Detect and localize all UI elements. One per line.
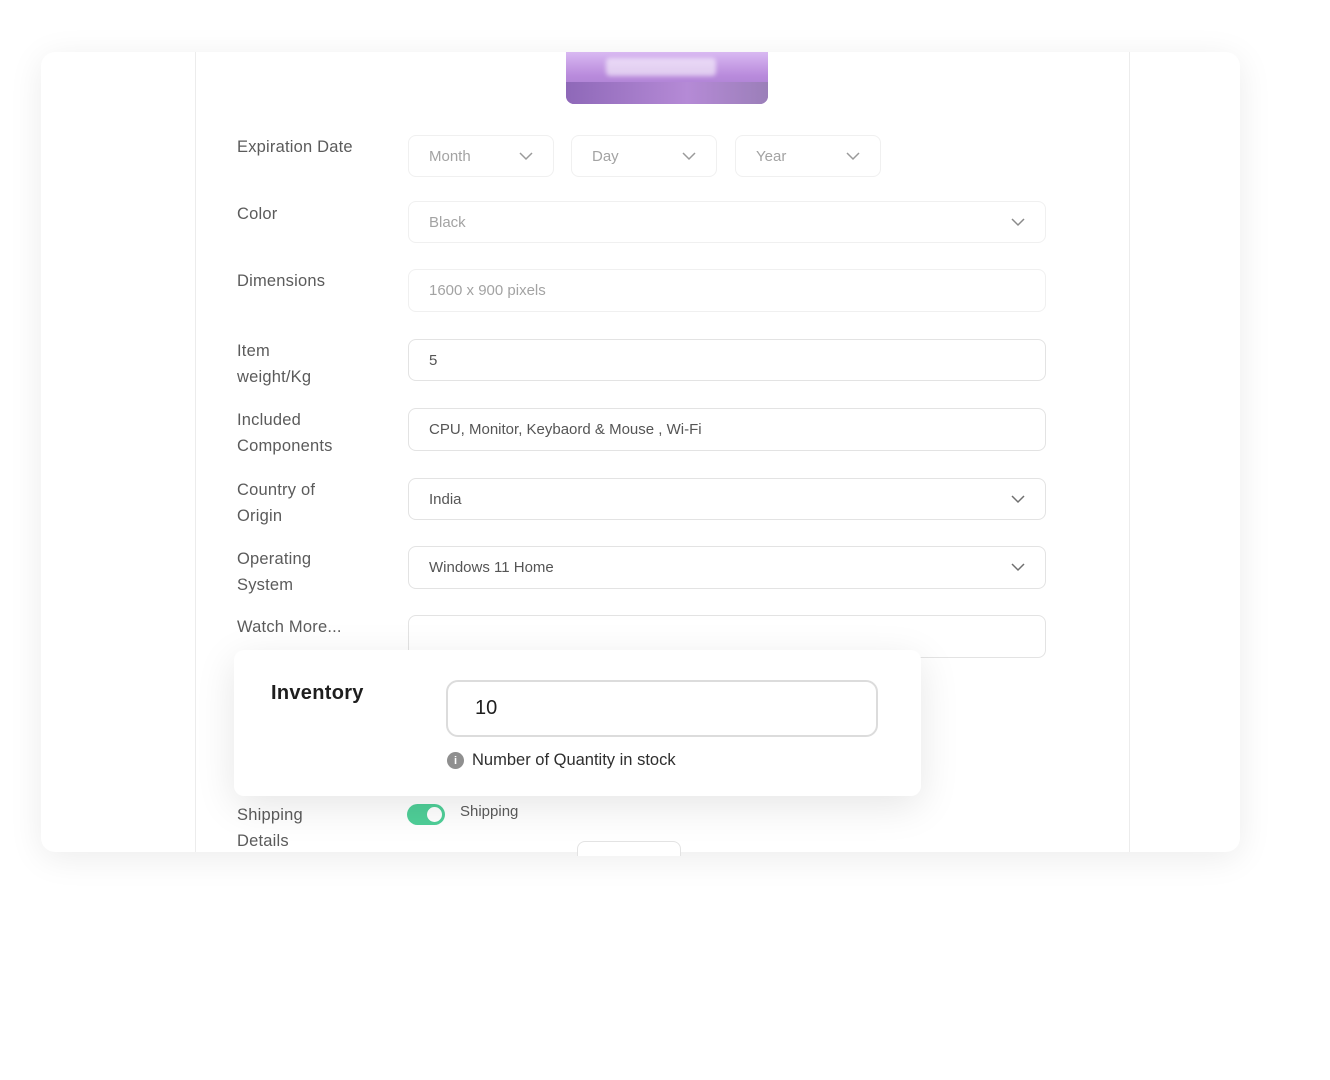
dimensions-label: Dimensions — [237, 272, 326, 290]
color-label: Color — [237, 205, 278, 223]
chevron-down-icon — [1011, 492, 1025, 506]
chevron-down-icon — [682, 149, 696, 163]
country-of-origin-value: India — [429, 490, 462, 508]
expiration-year-select[interactable]: Year — [735, 135, 881, 177]
expiration-date-label: Expiration Date — [237, 138, 353, 156]
chevron-down-icon — [846, 149, 860, 163]
item-weight-input[interactable]: 5 — [408, 339, 1046, 381]
inventory-helper: i Number of Quantity in stock — [447, 751, 676, 770]
watch-more-label: Watch More... — [237, 618, 342, 636]
operating-system-label: Operating System — [237, 550, 312, 594]
country-of-origin-label: Country of Origin — [237, 481, 316, 525]
inventory-quantity-input[interactable]: 10 — [446, 680, 878, 737]
product-image-glow — [606, 58, 716, 76]
operating-system-select[interactable]: Windows 11 Home — [408, 546, 1046, 589]
included-components-input[interactable]: CPU, Monitor, Keybaord & Mouse , Wi-Fi — [408, 408, 1046, 451]
inventory-title: Inventory — [271, 682, 364, 704]
included-components-label: Included Components — [237, 411, 333, 455]
color-select[interactable]: Black — [408, 201, 1046, 243]
chevron-down-icon — [1011, 561, 1025, 575]
expiration-month-placeholder: Month — [429, 147, 471, 165]
shipping-toggle[interactable] — [407, 804, 445, 825]
product-image-desk — [566, 82, 768, 104]
toggle-knob — [427, 807, 442, 822]
inventory-helper-text: Number of Quantity in stock — [472, 751, 676, 769]
dimensions-placeholder: 1600 x 900 pixels — [429, 282, 546, 299]
expiration-day-placeholder: Day — [592, 147, 619, 165]
shipping-toggle-label: Shipping — [460, 803, 519, 820]
color-value: Black — [429, 213, 466, 231]
dimensions-input[interactable]: 1600 x 900 pixels — [408, 269, 1046, 312]
expiration-day-select[interactable]: Day — [571, 135, 717, 177]
country-of-origin-select[interactable]: India — [408, 478, 1046, 520]
product-image — [566, 52, 768, 104]
operating-system-value: Windows 11 Home — [429, 559, 554, 576]
expiration-month-select[interactable]: Month — [408, 135, 554, 177]
item-weight-value: 5 — [429, 351, 438, 369]
chevron-down-icon — [1011, 215, 1025, 229]
shipping-details-label: Shipping Details — [237, 806, 303, 850]
chevron-down-icon — [519, 149, 533, 163]
expiration-year-placeholder: Year — [756, 147, 787, 165]
included-components-value: CPU, Monitor, Keybaord & Mouse , Wi-Fi — [429, 421, 702, 438]
inventory-quantity-value: 10 — [475, 697, 498, 719]
inventory-panel: Inventory 10 i Number of Quantity in sto… — [234, 650, 921, 796]
shipping-option-input[interactable] — [577, 841, 681, 856]
info-icon: i — [447, 752, 464, 769]
item-weight-label: Item weight/Kg — [237, 342, 312, 386]
